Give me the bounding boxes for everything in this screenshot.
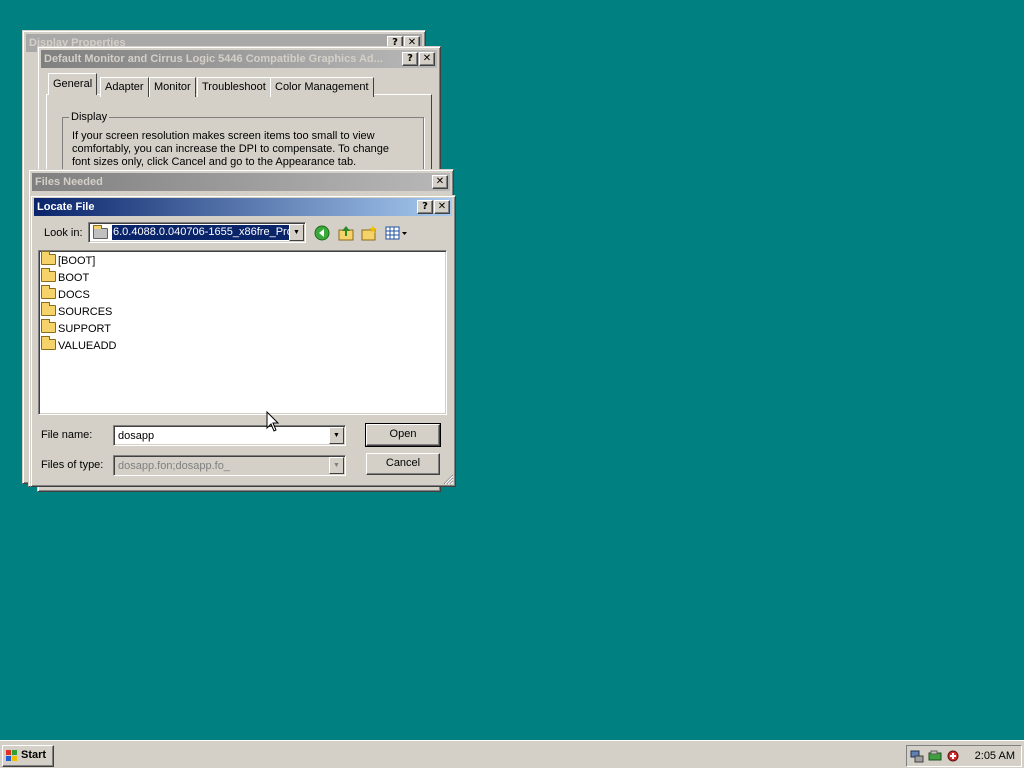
locate-file-title: Locate File <box>37 201 95 213</box>
locate-file-titlebar[interactable]: Locate File ? ✕ <box>34 198 452 216</box>
network-tray-icon[interactable] <box>910 749 924 763</box>
folder-list-pane[interactable]: [BOOT] BOOT DOCS SOURCES SUPPORT VALUEAD… <box>38 250 447 415</box>
cancel-button[interactable]: Cancel <box>366 453 440 475</box>
list-item[interactable]: SOURCES <box>41 302 113 321</box>
files-of-type-combo[interactable]: dosapp.fon;dosapp.fo_ ▼ <box>113 455 346 476</box>
files-of-type-value: dosapp.fon;dosapp.fo_ <box>118 460 230 472</box>
files-needed-titlebar[interactable]: Files Needed ✕ <box>32 173 450 191</box>
new-folder-icon[interactable] <box>360 225 378 243</box>
folder-name: SUPPORT <box>58 323 111 335</box>
up-folder-icon[interactable] <box>337 225 355 243</box>
file-name-input[interactable]: dosapp <box>118 430 154 442</box>
monitor-dialog-titlebar[interactable]: Default Monitor and Cirrus Logic 5446 Co… <box>41 50 437 68</box>
files-needed-close-button[interactable]: ✕ <box>432 175 448 189</box>
hardware-tray-icon[interactable] <box>928 749 942 763</box>
resize-grip-icon[interactable] <box>442 473 454 485</box>
tab-adapter[interactable]: Adapter <box>100 77 149 97</box>
files-of-type-label: Files of type: <box>41 459 104 471</box>
clock: 2:05 AM <box>974 750 1015 762</box>
start-button[interactable]: Start <box>2 745 54 767</box>
folder-name: BOOT <box>58 272 90 284</box>
look-in-label: Look in: <box>44 227 83 239</box>
back-icon[interactable] <box>313 225 331 243</box>
view-menu-icon[interactable] <box>384 225 410 243</box>
folder-icon <box>41 302 56 316</box>
file-name-label: File name: <box>41 429 93 441</box>
file-name-combo[interactable]: dosapp ▼ <box>113 425 346 446</box>
list-item[interactable]: SUPPORT <box>41 319 111 338</box>
folder-icon <box>41 251 56 265</box>
start-label: Start <box>21 749 47 761</box>
files-needed-title: Files Needed <box>35 176 103 188</box>
tab-monitor[interactable]: Monitor <box>149 77 196 97</box>
files-of-type-chevron-down-icon[interactable]: ▼ <box>329 457 344 474</box>
file-name-chevron-down-icon[interactable]: ▼ <box>329 427 344 444</box>
monitor-dialog-help-button[interactable]: ? <box>402 52 418 66</box>
system-tray: 2:05 AM <box>906 745 1022 767</box>
look-in-dropdown[interactable]: 6.0.4088.0.040706-1655_x86fre_Prof ▼ <box>88 222 306 243</box>
tab-troubleshoot[interactable]: Troubleshoot <box>197 77 271 97</box>
taskbar: Start 2:05 AM <box>0 740 1024 768</box>
tab-color-management[interactable]: Color Management <box>270 77 374 97</box>
list-item[interactable]: VALUEADD <box>41 336 117 355</box>
folder-icon <box>41 285 56 299</box>
locate-file-close-button[interactable]: ✕ <box>434 200 450 214</box>
look-in-folder-icon <box>93 225 108 239</box>
tab-general[interactable]: General <box>48 73 98 95</box>
monitor-dialog-title: Default Monitor and Cirrus Logic 5446 Co… <box>44 53 383 65</box>
look-in-value: 6.0.4088.0.040706-1655_x86fre_Prof <box>112 225 289 240</box>
dpi-description: If your screen resolution makes screen i… <box>72 130 389 168</box>
folder-name: SOURCES <box>58 306 113 318</box>
folder-icon <box>41 319 56 333</box>
windows-logo-icon <box>6 750 18 762</box>
mouse-cursor-icon <box>266 410 280 433</box>
security-tray-icon[interactable] <box>946 749 960 763</box>
locate-file-help-button[interactable]: ? <box>417 200 433 214</box>
look-in-chevron-down-icon[interactable]: ▼ <box>289 224 304 241</box>
folder-name: VALUEADD <box>58 340 117 352</box>
open-button[interactable]: Open <box>365 423 441 447</box>
folder-icon <box>41 336 56 350</box>
display-group-label: Display <box>69 111 110 123</box>
folder-name: [BOOT] <box>58 255 96 267</box>
monitor-dialog-close-button[interactable]: ✕ <box>419 52 435 66</box>
folder-icon <box>41 268 56 282</box>
folder-name: DOCS <box>58 289 90 301</box>
